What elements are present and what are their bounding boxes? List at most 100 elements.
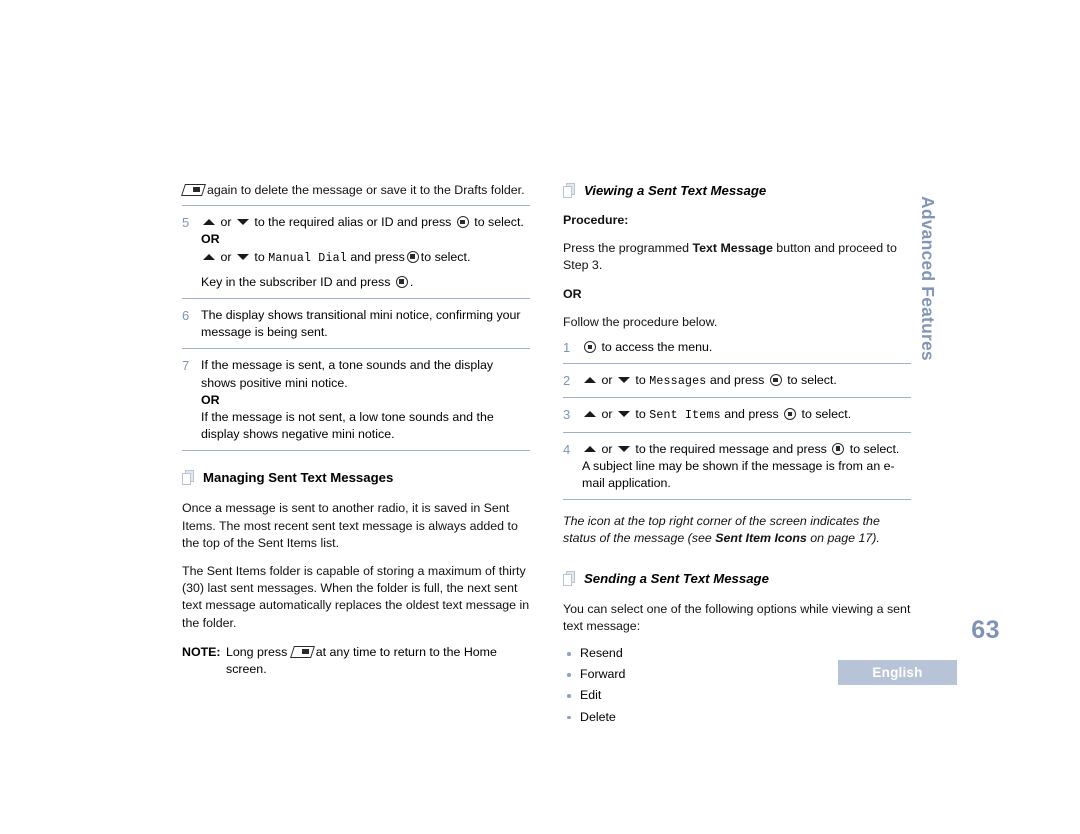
step2-mid2: and press (709, 373, 765, 388)
follow-procedure-text: Follow the procedure below. (563, 314, 718, 329)
status-note-post: on page 17). (810, 531, 880, 546)
step-number: 1 (563, 340, 571, 356)
step7-or-label: OR (201, 392, 220, 407)
arrow-up-icon (584, 411, 596, 418)
back-button-icon (181, 184, 206, 196)
step3-post: to select. (801, 407, 852, 422)
language-badge: English (838, 660, 957, 685)
step5-line3-post: . (409, 274, 414, 289)
step-2: 2 or to Messages and press to select. (563, 372, 911, 399)
step3-or-word: or (601, 407, 613, 422)
step3-mid2: and press (724, 407, 779, 422)
step-number: 5 (182, 215, 190, 231)
arrow-down-icon (236, 253, 249, 260)
menu-button-icon (395, 275, 408, 288)
step2-mid: to (635, 373, 646, 388)
list-item: Edit (563, 687, 911, 704)
step-3: 3 or to Sent Items and press to select. (563, 406, 911, 433)
step-body: If the message is sent, a tone sounds an… (201, 357, 530, 443)
step5-line1-post: to select. (474, 215, 524, 230)
step5-line2-post: to select. (420, 249, 471, 264)
step5-line3-pre: Key in the subscriber ID and press (201, 274, 391, 289)
heading-label: Managing Sent Text Messages (203, 470, 394, 486)
right-column: Viewing a Sent Text Message Procedure: P… (563, 182, 911, 730)
procedure-text: Press the programmed Text Message button… (563, 240, 911, 274)
paragraph-1: Once a message is sent to another radio,… (182, 501, 518, 550)
pages-stack-icon (563, 183, 577, 199)
side-tab-label: Advanced Features (917, 196, 938, 361)
step5-line2-mid: to (254, 249, 265, 264)
step4-or-word: or (601, 441, 613, 456)
heading-label: Sending a Sent Text Message (584, 570, 769, 586)
arrow-up-icon (203, 253, 215, 260)
step-number: 6 (182, 308, 190, 324)
heading-viewing-a-sent-text-message: Viewing a Sent Text Message (563, 182, 911, 199)
step-number: 3 (563, 407, 571, 423)
options-list: Resend Forward Edit Delete (563, 645, 911, 726)
menu-item-messages: Messages (649, 375, 707, 389)
step5-or-label: OR (201, 232, 220, 247)
procedure-pre: Press the programmed (563, 241, 690, 256)
pages-stack-icon (182, 470, 196, 486)
pages-stack-icon (563, 570, 577, 587)
step5-or-word-2: or (220, 249, 232, 264)
step-body: or to Messages and press to select. (582, 372, 911, 390)
step-6: 6 The display shows transitional mini no… (182, 307, 530, 350)
procedure-label: Procedure: (563, 213, 629, 227)
arrow-down-icon (617, 377, 630, 384)
note-label: NOTE: (182, 644, 221, 659)
menu-item-manual-dial: Manual Dial (268, 251, 347, 265)
heading-managing-sent-text-messages: Managing Sent Text Messages (182, 469, 530, 486)
step5-or-word: or (220, 215, 232, 230)
step5-line1-mid: to the required alias or ID and press (254, 215, 452, 230)
step-number: 7 (182, 358, 190, 374)
lead-in-text: again to delete the message or save it t… (207, 183, 525, 197)
step-7: 7 If the message is sent, a tone sounds … (182, 357, 530, 452)
lead-in-paragraph: again to delete the message or save it t… (181, 182, 530, 207)
step-body: or to the required alias or ID and press… (201, 214, 530, 291)
arrow-up-icon (584, 377, 596, 384)
step-5: 5 or to the required alias or ID and pre… (182, 214, 530, 300)
step1-text: to access the menu. (601, 340, 713, 355)
step2-post: to select. (787, 373, 837, 388)
note-text-pre: Long press (226, 644, 288, 659)
step2-or-word: or (601, 373, 613, 388)
step4-mid: to the required message and press (635, 441, 827, 456)
heading-sending-a-sent-text-message: Sending a Sent Text Message (563, 570, 911, 587)
menu-button-icon (584, 341, 596, 354)
menu-item-sent-items: Sent Items (649, 409, 721, 423)
note-body: Long press at any time to return to the … (226, 644, 530, 678)
menu-button-icon (406, 250, 419, 263)
note-block: NOTE: Long press at any time to return t… (182, 644, 530, 678)
menu-button-icon (769, 374, 782, 387)
list-item: Delete (563, 709, 911, 726)
left-steps-list: 5 or to the required alias or ID and pre… (182, 214, 530, 452)
arrow-down-icon (617, 445, 630, 452)
step3-mid: to (635, 407, 646, 422)
left-column: again to delete the message or save it t… (181, 182, 530, 678)
arrow-up-icon (203, 219, 215, 226)
step-body: The display shows transitional mini noti… (201, 308, 521, 340)
step7-line2: If the message is not sent, a low tone s… (201, 410, 494, 442)
step-number: 2 (563, 373, 571, 389)
step-body: or to the required message and press to … (582, 441, 911, 493)
arrow-down-icon (617, 411, 630, 418)
arrow-up-icon (584, 445, 596, 452)
menu-button-icon (784, 408, 797, 421)
language-badge-label: English (872, 665, 923, 680)
page-number: 63 (971, 616, 1000, 644)
heading-label: Viewing a Sent Text Message (584, 183, 767, 198)
back-button-icon (289, 645, 315, 658)
step-body: to access the menu. (582, 339, 911, 356)
side-tab-advanced-features: Advanced Features (905, 196, 949, 422)
arrow-down-icon (236, 219, 249, 226)
step-number: 4 (563, 441, 571, 457)
menu-button-icon (832, 442, 845, 455)
step-4: 4 or to the required message and press t… (563, 441, 911, 501)
sent-item-icons-reference: Sent Item Icons (715, 531, 807, 546)
manual-page: again to delete the message or save it t… (0, 0, 1080, 834)
step-1: 1 to access the menu. (563, 339, 911, 365)
step-body: or to Sent Items and press to select. (582, 406, 911, 424)
right-steps-list: 1 to access the menu. 2 or to Messages a… (563, 339, 911, 501)
text-message-button-name: Text Message (692, 241, 773, 256)
